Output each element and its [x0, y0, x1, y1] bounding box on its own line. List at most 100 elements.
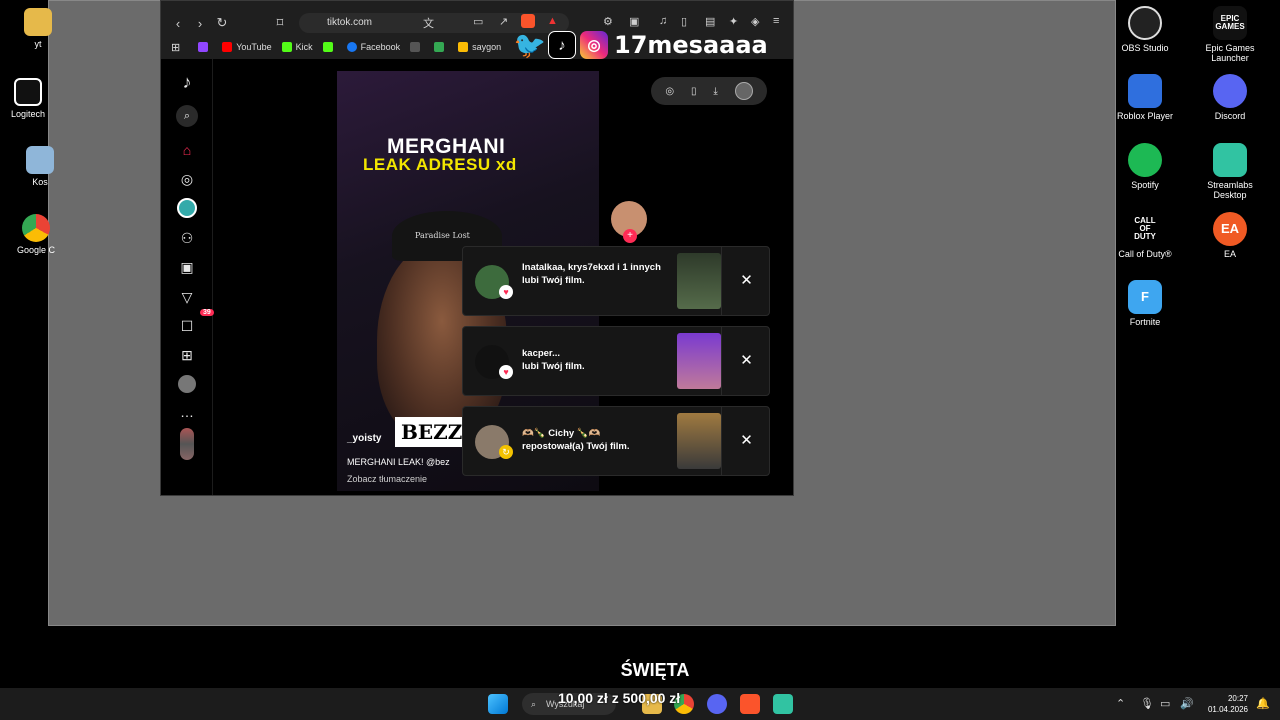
brave-rewards-icon[interactable]: ▲ [547, 15, 558, 27]
device-icon[interactable]: ▯ [691, 86, 697, 97]
bookmark-youtube[interactable]: YouTube [222, 42, 272, 52]
kick-icon [322, 42, 333, 52]
menu-icon[interactable]: ≡ [773, 15, 779, 27]
following-avatar-icon[interactable] [176, 197, 198, 219]
share-icon[interactable]: ↗ [499, 15, 508, 28]
drive-icon [458, 42, 469, 52]
vpn-icon[interactable]: ◈ [751, 15, 759, 28]
roblox-icon [1128, 74, 1162, 108]
youtube-icon [222, 42, 233, 52]
desktop-icon-label: EA [1223, 249, 1236, 259]
close-icon[interactable]: ✕ [721, 247, 771, 315]
brave-shield-icon[interactable] [521, 14, 535, 28]
translate-link[interactable]: Zobacz tłumaczenie [347, 474, 427, 484]
tiktok-icon: ♪ [548, 31, 576, 59]
twitter-icon: 🐦 [513, 29, 547, 60]
extensions-icon[interactable]: ⚙ [603, 15, 613, 28]
profile-avatar-icon[interactable] [176, 373, 198, 395]
apps-grid-icon[interactable]: ⊞ [171, 41, 180, 54]
show-hidden-icons[interactable]: ⌃ [1116, 697, 1125, 710]
auto-scroll-icon[interactable]: ◎ [665, 86, 674, 97]
streamlabs-icon[interactable] [773, 694, 793, 714]
leo-icon[interactable]: ✦ [729, 15, 738, 28]
twitch-icon [198, 42, 209, 52]
video-thumbnail[interactable] [677, 253, 721, 309]
taskbar-clock[interactable]: 20:27 01.04.2026 [1196, 693, 1248, 715]
desktop-icon-label: Kos [32, 177, 48, 187]
desktop-icon-ea[interactable]: EA EA [1192, 212, 1268, 259]
user-avatar-icon[interactable] [734, 82, 753, 100]
start-icon[interactable] [488, 694, 508, 714]
close-icon[interactable]: ✕ [721, 327, 771, 395]
folder-icon [24, 8, 52, 36]
screenshot-icon[interactable]: ▣ [629, 15, 639, 28]
desktop-icon-epic-games[interactable]: EPIC GAMES Epic Games Launcher [1192, 6, 1268, 63]
follow-plus-icon[interactable]: + [623, 229, 637, 243]
notification-card[interactable]: ♥ kacper... lubi Twój film. ✕ [462, 326, 770, 396]
bookmark-kick[interactable]: Kick [281, 42, 313, 52]
sidebar-icon[interactable]: ▯ [681, 15, 687, 28]
desktop-icon-label: Roblox Player [1116, 111, 1174, 121]
desktop-icon-chrome[interactable]: Google C [8, 214, 64, 255]
facebook-icon [346, 42, 357, 52]
explore-icon[interactable]: ◎ [176, 168, 198, 190]
cast-icon[interactable]: ▭ [473, 15, 483, 28]
bookmark-folder[interactable] [410, 42, 424, 52]
wallet-icon[interactable]: ▤ [705, 15, 715, 28]
music-icon[interactable]: ♫ [659, 15, 667, 27]
messages-icon[interactable]: ▽ [176, 286, 198, 308]
cap-text: Paradise Lost [415, 231, 470, 240]
bookmark-facebook[interactable]: Facebook [346, 42, 400, 52]
forward-icon[interactable]: › [189, 16, 211, 31]
search-icon: ⌕ [531, 699, 537, 709]
bookmark-twitch[interactable] [198, 42, 212, 52]
desktop-icon-label: Google C [16, 245, 56, 255]
discord-icon[interactable] [707, 694, 727, 714]
desktop-icon-streamlabs[interactable]: Streamlabs Desktop [1192, 143, 1268, 200]
instagram-icon: ◎ [580, 31, 608, 59]
creator-avatar[interactable]: + [611, 201, 647, 243]
video-username[interactable]: _yoisty [347, 433, 381, 444]
volume-icon[interactable]: 🔊 [1180, 697, 1194, 710]
bookmark-label: Kick [295, 42, 313, 52]
close-icon[interactable]: ✕ [721, 407, 771, 475]
brave-icon[interactable] [740, 694, 760, 714]
notification-card[interactable]: ↻ 🫶🏼🍾 Cichy 🍾🫶🏼 repostował(a) Twój film.… [462, 406, 770, 476]
bookmark-saygon[interactable]: saygon [458, 42, 501, 52]
live-icon[interactable]: ▣ [176, 256, 198, 278]
search-icon[interactable]: ⌕ [176, 105, 198, 127]
desktop-icon-call-of-duty[interactable]: CALL OF DUTY Call of Duty® [1107, 212, 1183, 259]
video-thumbnail[interactable] [677, 413, 721, 469]
desktop-icon-roblox[interactable]: Roblox Player [1107, 74, 1183, 121]
desktop-icon-fortnite[interactable]: F Fortnite [1107, 280, 1183, 327]
reload-icon[interactable]: ↻ [211, 15, 233, 31]
tiktok-logo-icon[interactable]: ♪ [176, 71, 198, 93]
desktop-icon-spotify[interactable]: Spotify [1107, 143, 1183, 190]
inbox-icon[interactable]: ☐ 39 [176, 309, 214, 337]
upload-icon[interactable]: ⊞ [176, 344, 198, 366]
desktop-icon-recycle-bin[interactable]: Kos [12, 146, 68, 187]
translate-icon[interactable]: 文 [423, 15, 434, 31]
home-icon[interactable]: ⌂ [176, 139, 198, 161]
back-icon[interactable]: ‹ [167, 16, 189, 31]
desktop: yt Logitech Kos Google C OBS Studio EPIC… [0, 0, 1280, 720]
notification-card[interactable]: ♥ Inatalkaa, krys7ekxd i 1 innych lubi T… [462, 246, 770, 316]
donation-goal: 10,00 zł z 500,00 zł [558, 690, 681, 706]
bookmark-kick-2[interactable] [322, 42, 337, 52]
desktop-icon-obs[interactable]: OBS Studio [1107, 6, 1183, 53]
notification-text: Inatalkaa, krys7ekxd i 1 innych lubi Twó… [522, 261, 672, 287]
desktop-icon-yt[interactable]: yt [10, 8, 66, 49]
notification-action: repostował(a) Twój film. [522, 441, 630, 452]
download-icon[interactable]: ⤓ [713, 86, 717, 97]
video-thumbnail[interactable] [677, 333, 721, 389]
bookmark-icon[interactable]: ⌑ [269, 15, 291, 31]
network-icon[interactable]: ▭ [1160, 697, 1170, 710]
bookmark-drive[interactable] [434, 42, 448, 52]
following-accounts-icon[interactable] [176, 428, 198, 460]
desktop-icon-logitech[interactable]: Logitech [0, 78, 56, 119]
microphone-icon[interactable]: 🎙 [1140, 697, 1154, 710]
desktop-icon-discord[interactable]: Discord [1192, 74, 1268, 121]
friends-icon[interactable]: ⚇ [176, 227, 198, 249]
more-icon[interactable]: … [176, 401, 198, 423]
notification-bell-icon[interactable]: 🔔 [1256, 697, 1270, 710]
